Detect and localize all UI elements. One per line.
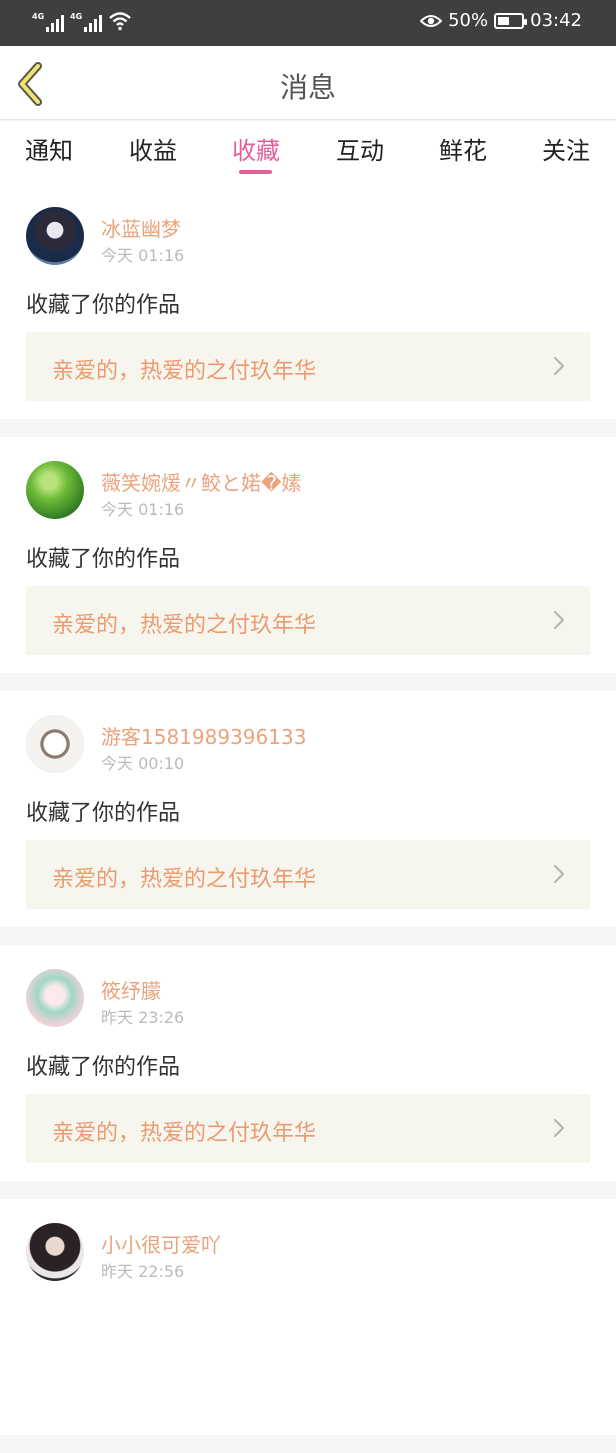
chevron-right-icon — [553, 610, 565, 630]
active-tab-indicator — [239, 170, 272, 174]
work-link[interactable]: 亲爱的，热爱的之付玖年华 — [26, 840, 590, 909]
work-link[interactable]: 亲爱的，热爱的之付玖年华 — [26, 332, 590, 401]
avatar[interactable] — [26, 1223, 84, 1281]
work-link[interactable]: 亲爱的，热爱的之付玖年华 — [26, 586, 590, 655]
timestamp: 昨天 22:56 — [101, 1262, 185, 1281]
avatar[interactable] — [26, 461, 84, 519]
action-text: 收藏了你的作品 — [26, 293, 181, 318]
tab-earnings[interactable]: 收益 — [129, 131, 177, 166]
nav-header: 消息 — [0, 46, 616, 120]
avatar[interactable] — [26, 207, 84, 265]
battery-percent: 50% — [448, 10, 489, 31]
work-title: 亲爱的，热爱的之付玖年华 — [52, 1121, 317, 1146]
message-card: 薇笑婉煖〃鲛と婼�嫊 今天 01:16 收藏了你的作品 亲爱的，热爱的之付玖年华 — [0, 437, 616, 673]
timestamp: 今天 01:16 — [101, 500, 185, 519]
signal-icon: 4G — [70, 10, 102, 32]
battery-fill — [498, 16, 510, 25]
signal-group: 4G 4G — [32, 10, 132, 32]
username[interactable]: 筱纾朦 — [101, 975, 161, 1004]
action-text: 收藏了你的作品 — [26, 547, 181, 572]
status-right: 50% 03:42 — [420, 10, 582, 31]
message-list: 冰蓝幽梦 今天 01:16 收藏了你的作品 亲爱的，热爱的之付玖年华 薇笑婉煖〃… — [0, 183, 616, 1453]
signal-icon: 4G — [32, 10, 64, 32]
avatar[interactable] — [26, 715, 84, 773]
message-card: 冰蓝幽梦 今天 01:16 收藏了你的作品 亲爱的，热爱的之付玖年华 — [0, 183, 616, 419]
page-title: 消息 — [279, 71, 336, 104]
tab-flowers[interactable]: 鲜花 — [439, 131, 487, 166]
wifi-icon — [109, 12, 131, 31]
work-title: 亲爱的，热爱的之付玖年华 — [52, 359, 317, 384]
message-card: 小小很可爱吖 昨天 22:56 — [0, 1199, 616, 1435]
network-type-label: 4G — [70, 12, 83, 21]
message-card: 筱纾朦 昨天 23:26 收藏了你的作品 亲爱的，热爱的之付玖年华 — [0, 945, 616, 1181]
chevron-right-icon — [553, 356, 565, 376]
tab-notifications[interactable]: 通知 — [25, 131, 73, 166]
username[interactable]: 小小很可爱吖 — [101, 1229, 221, 1258]
timestamp: 今天 00:10 — [101, 754, 185, 773]
timestamp: 今天 01:16 — [101, 246, 185, 265]
work-title: 亲爱的，热爱的之付玖年华 — [52, 867, 317, 892]
clock: 03:42 — [530, 10, 582, 31]
eye-icon — [420, 14, 443, 27]
chevron-right-icon — [553, 1118, 565, 1138]
username[interactable]: 薇笑婉煖〃鲛と婼�嫊 — [101, 467, 302, 496]
username[interactable]: 游客1581989396133 — [101, 721, 306, 750]
message-card: 游客1581989396133 今天 00:10 收藏了你的作品 亲爱的，热爱的… — [0, 691, 616, 927]
status-bar: 4G 4G 50% 03:42 — [0, 0, 616, 46]
tab-bar: 通知 收益 收藏 互动 鲜花 关注 — [0, 121, 616, 183]
username[interactable]: 冰蓝幽梦 — [101, 213, 181, 242]
tab-follows[interactable]: 关注 — [542, 131, 590, 166]
work-link[interactable]: 亲爱的，热爱的之付玖年华 — [26, 1094, 590, 1163]
timestamp: 昨天 23:26 — [101, 1008, 185, 1027]
network-type-label: 4G — [32, 12, 45, 21]
action-text: 收藏了你的作品 — [26, 1055, 181, 1080]
battery-icon — [494, 12, 528, 29]
chevron-right-icon — [553, 864, 565, 884]
avatar[interactable] — [26, 969, 84, 1027]
tab-interactions[interactable]: 互动 — [336, 131, 384, 166]
work-title: 亲爱的，热爱的之付玖年华 — [52, 613, 317, 638]
tab-favorites[interactable]: 收藏 — [232, 131, 280, 166]
action-text: 收藏了你的作品 — [26, 801, 181, 826]
